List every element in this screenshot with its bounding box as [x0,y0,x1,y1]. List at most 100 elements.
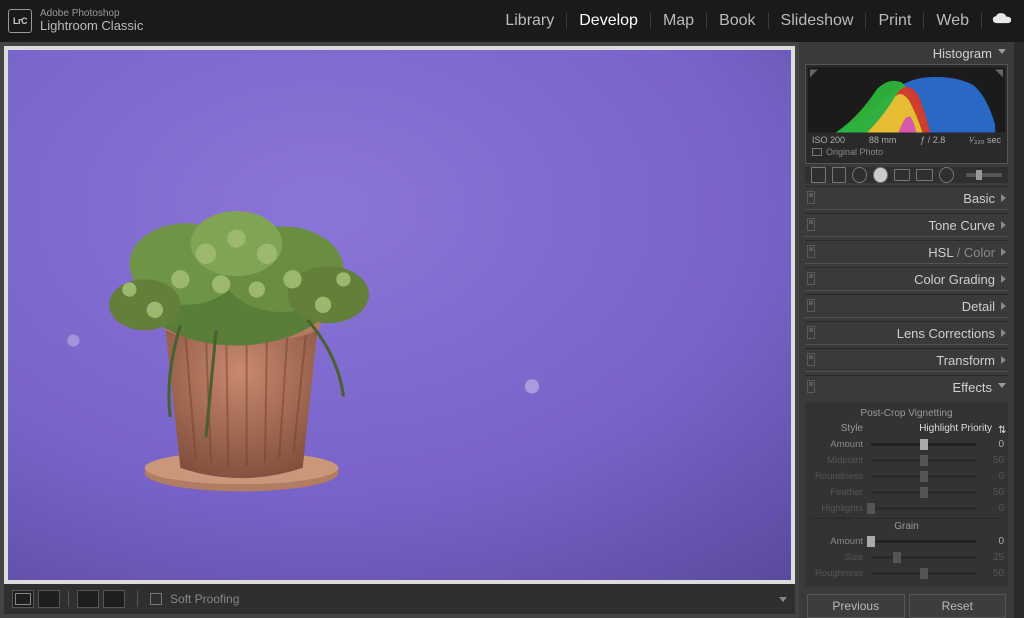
histogram-focal: 88 mm [869,135,897,145]
disclosure-triangle-icon [998,49,1006,58]
product-name: Adobe Photoshop Lightroom Classic [40,9,143,33]
masking-tool-icon[interactable] [873,167,888,183]
loupe-view-button[interactable] [12,590,34,608]
disclosure-triangle-icon [1001,329,1006,337]
panel-effects-title: Effects [952,380,992,395]
panel-basic-title: Basic [963,191,995,206]
panel-switch-icon[interactable] [807,353,815,366]
image-canvas[interactable] [4,46,795,584]
grain-amount-label: Amount [809,536,863,547]
panel-color-grading[interactable]: Color Grading [805,267,1008,291]
module-picker: Library Develop Map Book Slideshow Print… [493,12,1012,31]
panel-switch-icon[interactable] [807,245,815,258]
grain-roughness-label: Roughness [809,568,863,579]
original-photo-checkbox-icon [812,148,822,156]
grain-roughness-slider[interactable] [871,572,976,575]
panel-switch-icon[interactable] [807,191,815,204]
radial-filter-tool-icon[interactable] [916,169,933,181]
module-print[interactable]: Print [866,13,924,29]
module-develop[interactable]: Develop [567,13,651,29]
panel-tone-curve[interactable]: Tone Curve [805,213,1008,237]
vignette-feather-label: Feather [809,487,863,498]
vignette-amount-row: Amount 0 [809,436,1004,452]
panel-hsl-color-title: HSL / Color [928,245,995,260]
branding: LrC Adobe Photoshop Lightroom Classic [8,9,143,33]
grain-size-label: Size [809,552,863,563]
vignette-style-row: Style Highlight Priority⇅ [809,420,1004,436]
panel-switch-icon[interactable] [807,218,815,231]
vignette-amount-slider[interactable] [871,443,976,446]
histogram-shutter: ¹⁄₃₂₀ sec [969,135,1001,145]
histogram-metadata: ISO 200 88 mm ƒ / 2.8 ¹⁄₃₂₀ sec [808,133,1005,145]
vignette-midpoint-slider[interactable] [871,459,976,462]
soft-proofing-checkbox[interactable] [150,593,162,605]
grain-amount-slider[interactable] [871,540,976,543]
panel-switch-icon[interactable] [807,380,815,393]
divider [137,591,138,607]
grain-amount-row: Amount 0 [809,533,1004,549]
panel-switch-icon[interactable] [807,326,815,339]
original-photo-label: Original Photo [826,147,883,157]
crop-tool-icon[interactable] [811,167,826,183]
panel-switch-icon[interactable] [807,272,815,285]
grain-roughness-value[interactable]: 50 [984,568,1004,579]
vignette-feather-slider[interactable] [871,491,976,494]
panel-effects[interactable]: Effects [805,375,1008,399]
reset-button[interactable]: Reset [909,594,1007,618]
redeye-tool-icon[interactable] [852,167,867,183]
vignette-roundness-slider[interactable] [871,475,976,478]
vignette-highlights-value[interactable]: 0 [984,503,1004,514]
panel-lens-corrections[interactable]: Lens Corrections [805,321,1008,345]
module-slideshow[interactable]: Slideshow [769,13,867,29]
cloud-sync-icon[interactable] [992,12,1012,31]
right-scrollbar[interactable] [1014,42,1024,618]
vignette-roundness-label: Roundness [809,471,863,482]
vignette-midpoint-value[interactable]: 50 [984,455,1004,466]
disclosure-triangle-icon [1001,248,1006,256]
panel-detail[interactable]: Detail [805,294,1008,318]
module-library[interactable]: Library [493,13,567,29]
panel-hsl-color[interactable]: HSL / Color [805,240,1008,264]
tool-slider[interactable] [966,173,1002,177]
spot-removal-tool-icon[interactable] [832,167,847,183]
grain-amount-value[interactable]: 0 [984,536,1004,547]
panel-lens-corrections-title: Lens Corrections [897,326,995,341]
vignette-highlights-slider[interactable] [871,507,976,510]
action-bar: Previous Reset [805,590,1008,618]
module-web[interactable]: Web [924,13,982,29]
panel-transform[interactable]: Transform [805,348,1008,372]
disclosure-triangle-icon [1001,194,1006,202]
toolbar-overflow-icon[interactable] [779,597,787,602]
grain-roughness-row: Roughness 50 [809,565,1004,581]
grain-size-value[interactable]: 25 [984,552,1004,563]
vignette-midpoint-row: Midpoint 50 [809,452,1004,468]
histogram-aperture: ƒ / 2.8 [920,135,945,145]
grain-subtitle: Grain [809,521,1004,532]
histogram-box[interactable]: ISO 200 88 mm ƒ / 2.8 ¹⁄₃₂₀ sec Original… [805,64,1008,164]
module-book[interactable]: Book [707,13,768,29]
vignette-amount-value[interactable]: 0 [984,439,1004,450]
canvas-bottom-toolbar: Soft Proofing [4,584,795,614]
vignette-highlights-row: Highlights 0 [809,500,1004,516]
previous-button[interactable]: Previous [807,594,905,618]
histogram-header[interactable]: Histogram [805,46,1008,61]
vignette-feather-value[interactable]: 50 [984,487,1004,498]
vignette-style-dropdown[interactable]: Highlight Priority⇅ [869,423,1004,434]
effects-body: Post-Crop Vignetting Style Highlight Pri… [805,402,1008,587]
brush-tool-icon[interactable] [939,167,954,183]
panel-switch-icon[interactable] [807,299,815,312]
original-photo-toggle[interactable]: Original Photo [808,145,1005,161]
disclosure-triangle-icon [1001,302,1006,310]
grain-size-slider[interactable] [871,556,976,559]
before-after-lr-button[interactable] [38,590,60,608]
vignette-roundness-value[interactable]: 0 [984,471,1004,482]
vignette-subtitle: Post-Crop Vignetting [809,408,1004,419]
panel-basic[interactable]: Basic [805,186,1008,210]
disclosure-triangle-icon [1001,356,1006,364]
graduated-filter-tool-icon[interactable] [894,169,911,181]
before-after-split-button[interactable] [103,590,125,608]
panel-detail-title: Detail [962,299,995,314]
module-map[interactable]: Map [651,13,707,29]
right-panel: Histogram [799,42,1014,618]
before-after-tb-button[interactable] [77,590,99,608]
